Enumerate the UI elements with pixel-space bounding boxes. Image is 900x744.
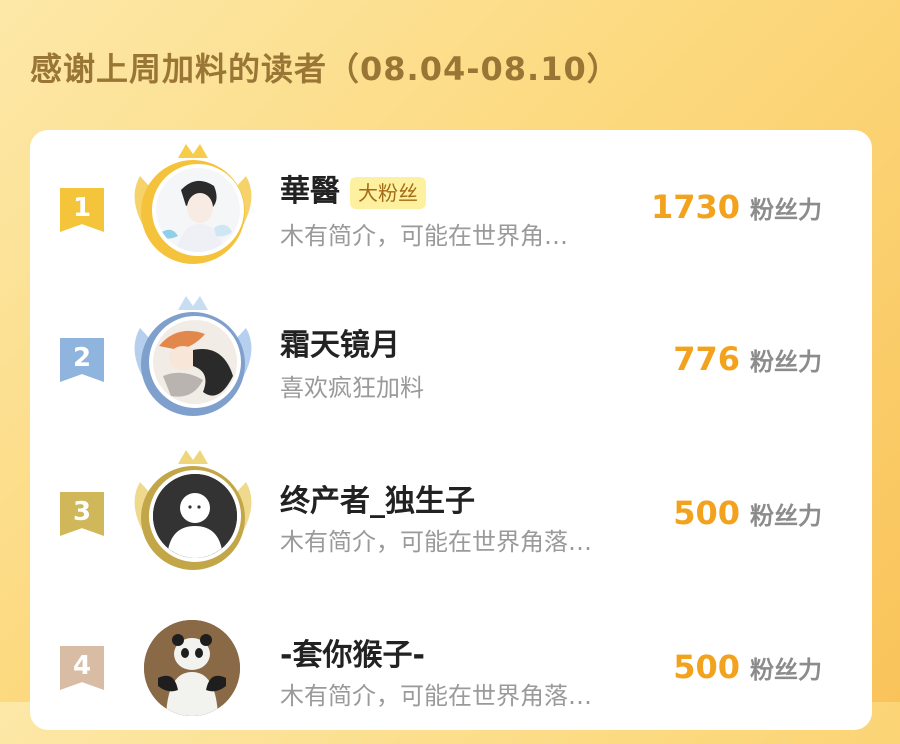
avatar-3[interactable]	[149, 470, 241, 562]
fan-power-unit-4: 粉丝力	[750, 656, 822, 684]
rank-badge-4: 4	[60, 646, 104, 690]
reader-ranking-card: 1 華醫 大粉丝 木有简介，可能在世界角… 1730 粉丝力 2 霜天镜月 喜欢…	[30, 130, 872, 730]
fan-power-value-4: 500	[673, 648, 740, 686]
fan-power-value-3: 500	[673, 494, 740, 532]
ranking-row-3[interactable]: 3 终产者_独生子 木有简介，可能在世界角落… 500 粉丝力	[30, 440, 872, 590]
rank-badge-2: 2	[60, 338, 104, 382]
fan-power-unit-2: 粉丝力	[750, 348, 822, 376]
reader-bio-1: 木有简介，可能在世界角…	[280, 222, 568, 250]
fan-level-badge: 大粉丝	[350, 176, 426, 209]
avatar-2[interactable]	[149, 316, 241, 408]
page-title: 感谢上周加料的读者（08.04-08.10）	[30, 50, 620, 88]
fan-power-1: 1730 粉丝力	[651, 188, 822, 226]
avatar-1[interactable]	[152, 164, 244, 256]
fan-power-value-1: 1730	[650, 188, 740, 226]
reader-name-2[interactable]: 霜天镜月	[280, 320, 400, 364]
reader-bio-2: 喜欢疯狂加料	[280, 374, 424, 402]
rank-badge-3: 3	[60, 492, 104, 536]
fan-power-unit-1: 粉丝力	[750, 196, 822, 224]
fan-power-3: 500 粉丝力	[673, 494, 822, 532]
fan-power-value-2: 776	[673, 340, 740, 378]
rank-badge-1: 1	[60, 188, 104, 232]
ranking-row-2[interactable]: 2 霜天镜月 喜欢疯狂加料 776 粉丝力	[30, 286, 872, 436]
reader-bio-4: 木有简介，可能在世界角落…	[280, 682, 592, 710]
reader-bio-3: 木有简介，可能在世界角落…	[280, 528, 592, 556]
reader-name-1-text: 華醫	[280, 174, 340, 209]
fan-power-2: 776 粉丝力	[673, 340, 822, 378]
fan-power-4: 500 粉丝力	[673, 648, 822, 686]
ranking-row-1[interactable]: 1 華醫 大粉丝 木有简介，可能在世界角… 1730 粉丝力	[30, 130, 872, 280]
ranking-row-4[interactable]: 4 -套你猴子- 木有简介，可能在世界角落… 500 粉丝力	[30, 594, 872, 744]
reader-name-4[interactable]: -套你猴子-	[280, 630, 425, 674]
fan-power-unit-3: 粉丝力	[750, 502, 822, 530]
reader-name-1[interactable]: 華醫 大粉丝	[280, 166, 426, 210]
reader-name-3[interactable]: 终产者_独生子	[280, 476, 475, 520]
